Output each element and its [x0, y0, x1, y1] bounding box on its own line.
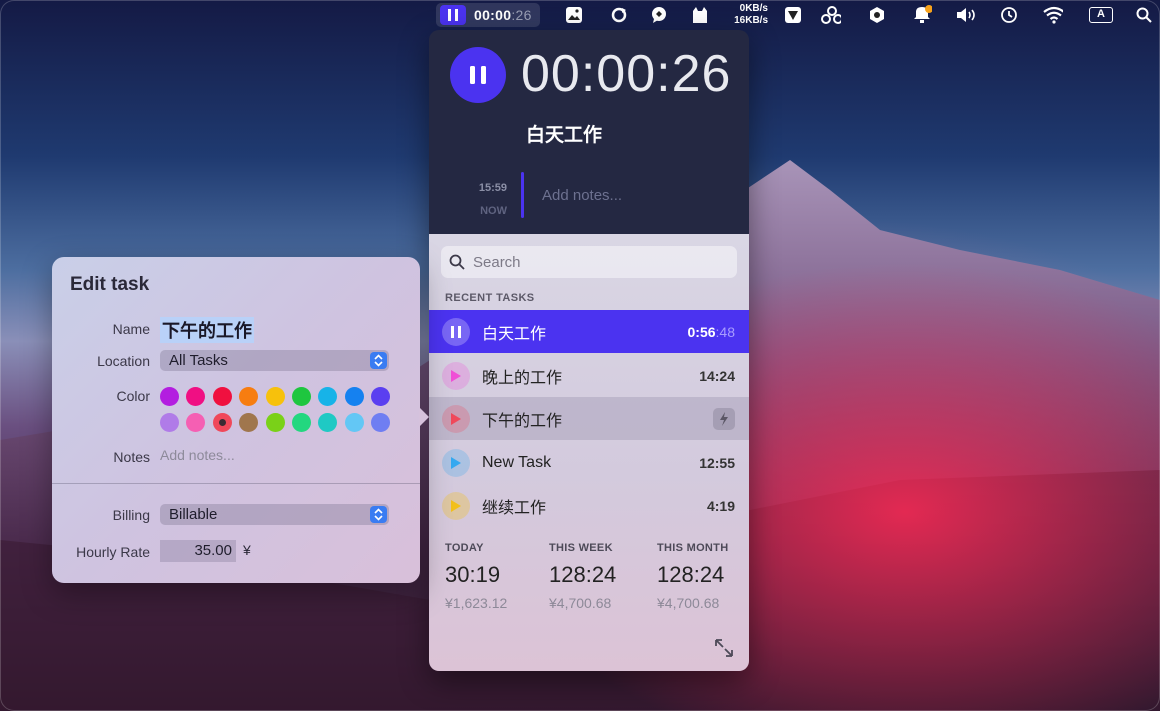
- task-name: 白天工作: [482, 325, 547, 343]
- edit-task-panel: Edit task Name 下午的工作 Location All Tasks …: [52, 257, 429, 583]
- name-field[interactable]: 下午的工作: [160, 317, 254, 343]
- search-input[interactable]: [473, 253, 723, 271]
- color-swatch[interactable]: [212, 387, 232, 406]
- time-machine-icon[interactable]: [999, 5, 1019, 25]
- input-source-icon[interactable]: A: [1088, 5, 1114, 25]
- task-name: New Task: [482, 453, 552, 471]
- shield-icon[interactable]: [867, 5, 887, 25]
- spotlight-icon[interactable]: [1134, 5, 1154, 25]
- location-label: Location: [97, 353, 150, 369]
- color-swatch[interactable]: [318, 413, 338, 432]
- task-row[interactable]: 晚上的工作 14:24: [429, 354, 749, 397]
- color-label: Color: [116, 388, 150, 404]
- search-field[interactable]: [441, 246, 737, 278]
- popover-arrow: [419, 407, 429, 427]
- pause-button[interactable]: [450, 47, 506, 103]
- notes-label: Notes: [113, 449, 150, 465]
- stat-week: THIS WEEK 128:24 ¥4,700.68: [549, 542, 617, 611]
- color-swatch[interactable]: [186, 387, 206, 406]
- color-swatch[interactable]: [212, 413, 232, 432]
- color-swatch[interactable]: [186, 413, 206, 432]
- color-swatch[interactable]: [265, 387, 285, 406]
- search-icon: [449, 254, 465, 270]
- notification-icon[interactable]: [912, 5, 932, 25]
- session-bar: [521, 172, 524, 218]
- divider: [52, 483, 420, 484]
- elapsed-time: 00:00:26: [521, 45, 732, 103]
- task-duration: 4:19: [706, 497, 735, 514]
- menu-bar: 00:00:26 0KB/s 16KB/s A: [0, 0, 1160, 30]
- task-name: 继续工作: [482, 499, 547, 517]
- task-row[interactable]: 下午的工作: [429, 397, 749, 440]
- time-range: 15:59 NOW: [478, 182, 507, 217]
- notes-field[interactable]: [160, 447, 390, 463]
- color-swatch[interactable]: [371, 387, 391, 406]
- network-speed: 0KB/s 16KB/s: [734, 3, 768, 26]
- task-duration: 14:24: [699, 367, 735, 384]
- color-swatch[interactable]: [344, 413, 364, 432]
- play-icon[interactable]: [442, 404, 470, 433]
- task-name: 晚上的工作: [482, 369, 563, 387]
- recent-tasks-heading: RECENT TASKS: [445, 292, 535, 304]
- pause-icon: [440, 5, 466, 25]
- pause-icon[interactable]: [442, 317, 470, 346]
- image-icon[interactable]: [564, 5, 584, 25]
- lightning-icon[interactable]: [713, 407, 735, 430]
- kite-icon[interactable]: [783, 5, 803, 25]
- chevron-updown-icon: [370, 352, 387, 369]
- color-swatch[interactable]: [239, 387, 259, 406]
- billing-select[interactable]: Billable: [160, 504, 389, 525]
- menubar-timer-text: 00:00:26: [474, 7, 532, 23]
- chat-icon[interactable]: [649, 5, 669, 25]
- hourly-rate-label: Hourly Rate: [76, 544, 150, 560]
- billing-label: Billing: [112, 507, 150, 523]
- play-icon[interactable]: [442, 448, 470, 477]
- stat-today: TODAY 30:19 ¥1,623.12: [445, 542, 508, 611]
- task-list-panel: RECENT TASKS 白天工作 0:56:48 晚上的工作 14:24 下午…: [429, 234, 749, 671]
- color-swatch[interactable]: [318, 387, 338, 406]
- session-notes[interactable]: Add notes...: [542, 187, 622, 204]
- sync-icon[interactable]: [609, 5, 629, 25]
- stat-month: THIS MONTH 128:24 ¥4,700.68: [657, 542, 729, 611]
- color-swatch[interactable]: [292, 413, 311, 432]
- menubar-timer[interactable]: 00:00:26: [436, 3, 540, 27]
- color-swatch[interactable]: [160, 413, 179, 432]
- color-swatch[interactable]: [344, 387, 364, 406]
- timer-popover: 00:00:26 白天工作 15:59 NOW Add notes... REC…: [429, 30, 749, 671]
- pause-icon: [470, 66, 486, 84]
- hourly-rate-field[interactable]: 35.00: [160, 540, 236, 562]
- color-swatch[interactable]: [292, 387, 311, 406]
- color-swatch[interactable]: [239, 413, 259, 432]
- current-task-title[interactable]: 白天工作: [429, 120, 699, 147]
- volume-icon[interactable]: [955, 5, 975, 25]
- task-duration: 12:55: [699, 454, 735, 471]
- chevron-updown-icon: [370, 506, 387, 523]
- task-row[interactable]: New Task 12:55: [429, 441, 749, 484]
- share-icon[interactable]: [821, 5, 841, 25]
- currency-symbol: ¥: [243, 542, 251, 558]
- expand-icon[interactable]: [713, 637, 735, 659]
- color-swatch[interactable]: [160, 387, 179, 406]
- play-icon[interactable]: [442, 361, 470, 390]
- timer-header: 00:00:26 白天工作 15:59 NOW Add notes...: [429, 30, 749, 234]
- wifi-icon[interactable]: [1043, 5, 1063, 25]
- task-row[interactable]: 白天工作 0:56:48: [429, 310, 749, 353]
- play-icon[interactable]: [442, 491, 470, 520]
- task-name: 下午的工作: [482, 412, 563, 430]
- name-label: Name: [112, 321, 150, 337]
- cat-icon[interactable]: [690, 5, 710, 25]
- panel-title: Edit task: [70, 274, 150, 295]
- color-swatch[interactable]: [371, 413, 391, 432]
- location-select[interactable]: All Tasks: [160, 350, 389, 371]
- task-duration: 0:56:48: [687, 323, 736, 340]
- color-swatch[interactable]: [265, 413, 285, 432]
- task-row[interactable]: 继续工作 4:19: [429, 484, 749, 527]
